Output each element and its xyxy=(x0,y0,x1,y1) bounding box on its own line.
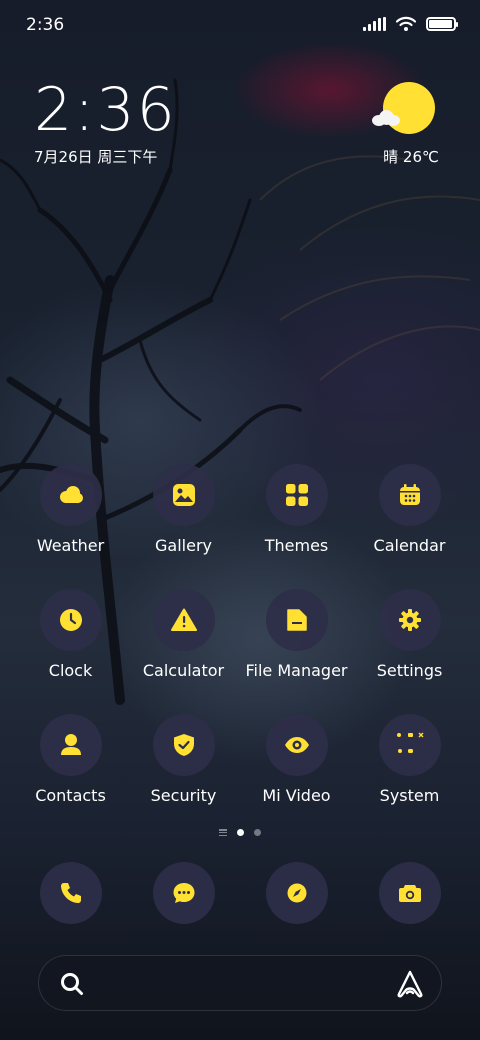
status-bar: 2:36 xyxy=(0,0,480,50)
calculator-icon xyxy=(170,608,197,631)
app-label: Calculator xyxy=(142,661,225,680)
assistant-icon[interactable] xyxy=(395,969,425,999)
dock-messages[interactable] xyxy=(127,862,240,924)
search-icon[interactable] xyxy=(59,971,85,997)
signal-icon xyxy=(363,17,386,31)
weather-condition-temp: 晴 26℃ xyxy=(383,148,439,166)
calendar-icon xyxy=(399,484,420,505)
dock-phone[interactable] xyxy=(14,862,127,924)
app-icon-button[interactable] xyxy=(378,464,441,526)
dock-camera[interactable] xyxy=(353,862,466,924)
contacts-icon xyxy=(60,734,81,755)
clock-widget[interactable]: 2:36 7月26日 周三下午 xyxy=(34,78,177,167)
messages-icon xyxy=(173,883,194,903)
app-themes[interactable]: Themes xyxy=(240,464,353,589)
cloud-icon xyxy=(372,110,400,126)
page-dot-1[interactable] xyxy=(237,829,244,836)
app-security[interactable]: Security xyxy=(127,714,240,839)
app-file-manager[interactable]: File Manager xyxy=(240,589,353,714)
app-label: Weather xyxy=(36,536,105,555)
app-grid: Weather Gallery Themes Calendar Clock Ca… xyxy=(14,464,466,839)
dock xyxy=(14,862,466,924)
big-clock-time: 2:36 xyxy=(34,75,177,145)
browser-compass-icon xyxy=(287,883,306,903)
app-label: System xyxy=(379,786,440,805)
app-mi-video[interactable]: Mi Video xyxy=(240,714,353,839)
page-list-icon xyxy=(219,829,227,836)
app-icon-button[interactable] xyxy=(152,862,215,924)
app-row-1: Weather Gallery Themes Calendar xyxy=(14,464,466,589)
camera-icon xyxy=(398,885,421,902)
app-system-folder[interactable]: System xyxy=(353,714,466,839)
app-icon-button[interactable] xyxy=(39,714,102,776)
app-label: Gallery xyxy=(155,536,212,555)
app-icon-button[interactable] xyxy=(39,464,102,526)
wifi-icon xyxy=(396,16,416,31)
status-icons xyxy=(363,16,458,32)
app-icon-button[interactable] xyxy=(265,589,328,651)
app-label: Settings xyxy=(376,661,443,680)
app-row-3: Contacts Security Mi Video System xyxy=(14,714,466,839)
page-indicator[interactable] xyxy=(0,829,480,836)
app-icon-button[interactable] xyxy=(265,464,328,526)
app-icon-button[interactable] xyxy=(265,862,328,924)
clock-icon xyxy=(59,609,82,631)
security-icon xyxy=(173,734,194,756)
app-icon-button[interactable] xyxy=(152,714,215,776)
app-label: Themes xyxy=(264,536,329,555)
app-icon-button[interactable] xyxy=(39,589,102,651)
battery-fill xyxy=(429,20,452,28)
system-folder-icon xyxy=(396,732,423,753)
phone-icon xyxy=(60,883,81,903)
app-icon-button[interactable] xyxy=(378,714,441,776)
dock-browser[interactable] xyxy=(240,862,353,924)
search-bar[interactable] xyxy=(38,955,442,1011)
app-icon-button[interactable] xyxy=(265,714,328,776)
gallery-icon xyxy=(172,484,195,506)
app-weather[interactable]: Weather xyxy=(14,464,127,589)
app-label: Clock xyxy=(48,661,93,680)
app-label: Calendar xyxy=(373,536,446,555)
app-calendar[interactable]: Calendar xyxy=(353,464,466,589)
app-icon-button[interactable] xyxy=(378,589,441,651)
app-icon-button[interactable] xyxy=(39,862,102,924)
app-label: Security xyxy=(150,786,217,805)
app-contacts[interactable]: Contacts xyxy=(14,714,127,839)
file-manager-icon xyxy=(286,609,307,631)
settings-icon xyxy=(398,609,421,631)
status-time: 2:36 xyxy=(26,15,65,35)
app-label: Mi Video xyxy=(262,786,331,805)
app-icon-button[interactable] xyxy=(152,464,215,526)
app-icon-button[interactable] xyxy=(378,862,441,924)
weather-icon xyxy=(59,486,83,503)
app-clock[interactable]: Clock xyxy=(14,589,127,714)
app-icon-button[interactable] xyxy=(152,589,215,651)
mi-video-icon xyxy=(284,737,309,753)
themes-icon xyxy=(285,484,308,506)
app-row-2: Clock Calculator File Manager Settings xyxy=(14,589,466,714)
page-dot-2[interactable] xyxy=(254,829,261,836)
app-gallery[interactable]: Gallery xyxy=(127,464,240,589)
app-calculator[interactable]: Calculator xyxy=(127,589,240,714)
sun-icon xyxy=(383,82,435,134)
battery-icon xyxy=(426,17,458,31)
app-label: Contacts xyxy=(35,786,106,805)
clock-date: 7月26日 周三下午 xyxy=(34,148,158,166)
app-label: File Manager xyxy=(245,661,348,680)
app-settings[interactable]: Settings xyxy=(353,589,466,714)
